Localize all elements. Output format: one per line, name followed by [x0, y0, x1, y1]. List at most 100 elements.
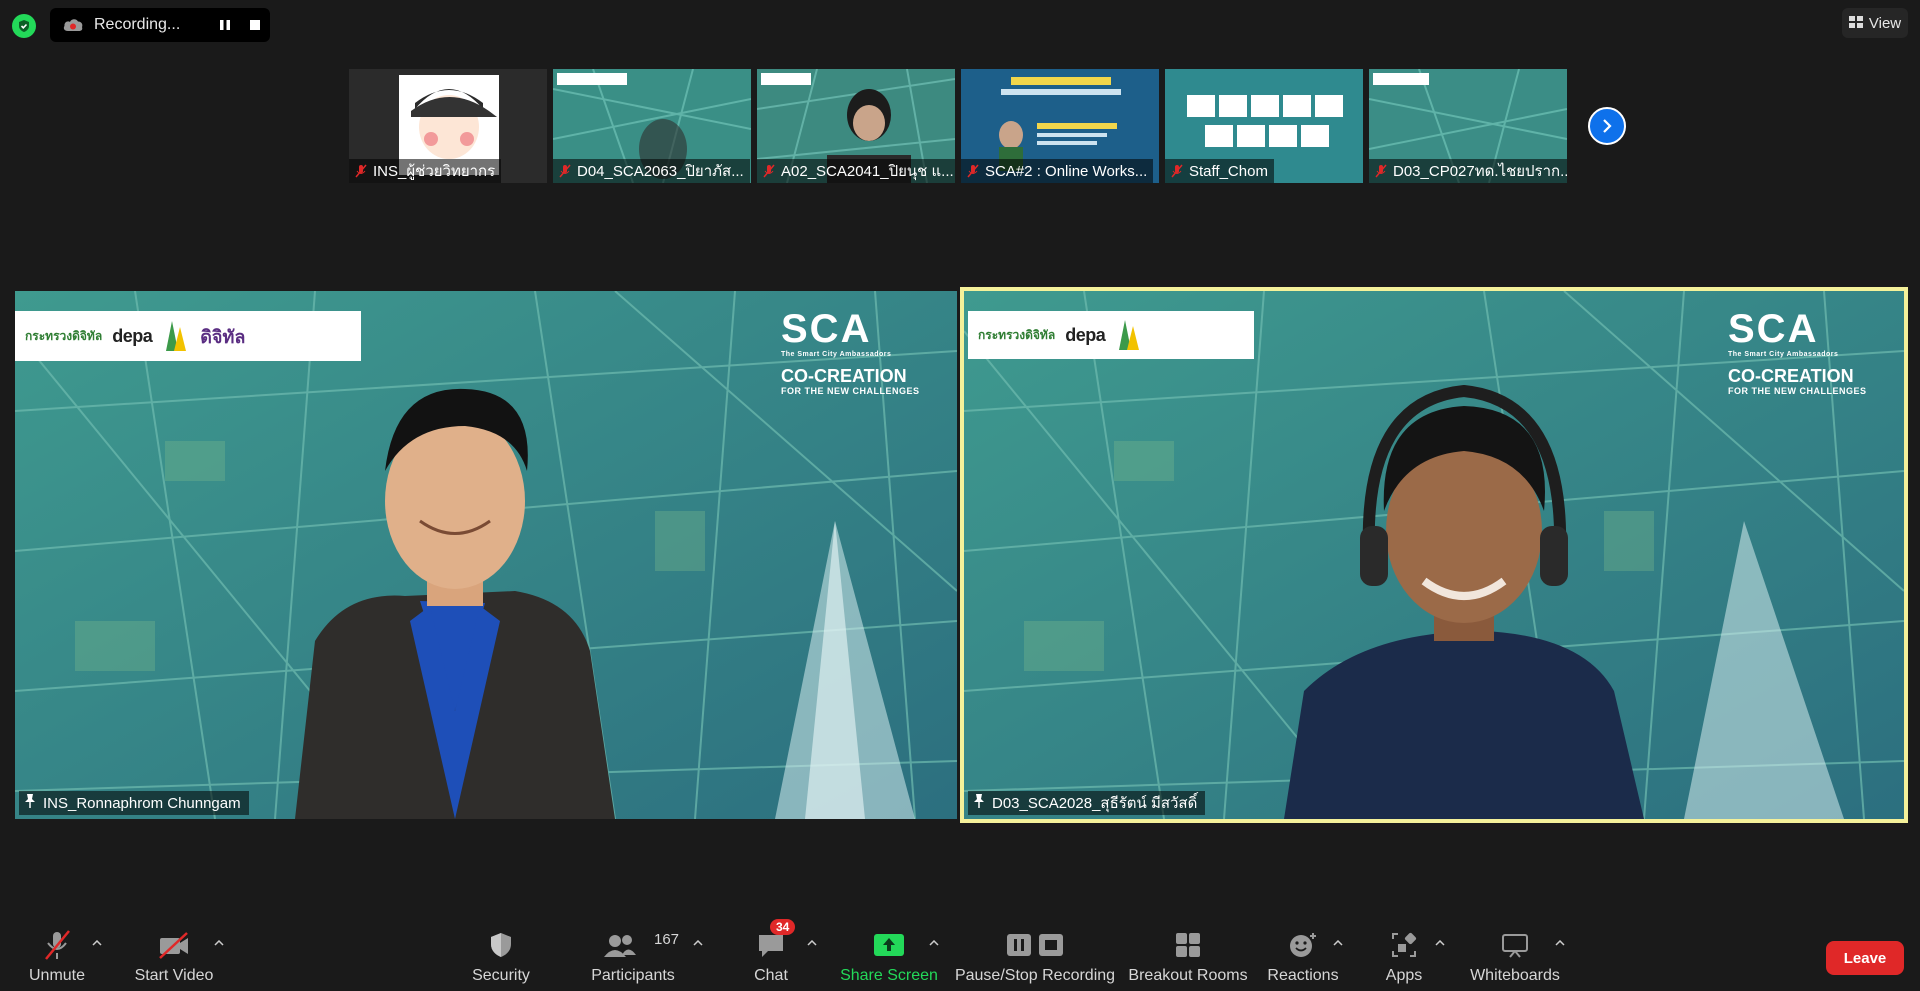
muted-mic-icon	[42, 927, 72, 963]
chat-icon: 34	[756, 919, 796, 963]
next-page-button[interactable]	[1588, 107, 1626, 145]
cocreation-text: CO-CREATION	[781, 366, 907, 386]
apps-button[interactable]: Apps	[1380, 911, 1428, 991]
participant-thumbnail[interactable]: Staff_Chom	[1165, 69, 1363, 183]
apps-icon	[1390, 927, 1418, 963]
thumbnail-name: INS_ผู้ช่วยวิทยากร	[373, 163, 496, 180]
thumbnail-name: D04_SCA2063_ปิยาภัส...	[577, 163, 744, 180]
breakout-rooms-label: Breakout Rooms	[1128, 967, 1248, 984]
participant-thumbnail[interactable]: D04_SCA2063_ปิยาภัส...	[553, 69, 751, 183]
depa-logo: depa	[1065, 324, 1106, 345]
start-video-label: Start Video	[134, 967, 214, 984]
pause-stop-recording-button[interactable]: Pause/Stop Recording	[955, 911, 1115, 991]
cocreation-text: CO-CREATION	[1728, 366, 1854, 386]
whiteboards-button[interactable]: Whiteboards	[1470, 911, 1560, 991]
depa-logo: depa	[112, 325, 153, 346]
security-label: Security	[472, 967, 530, 984]
muted-mic-icon	[761, 163, 777, 179]
pause-recording-button[interactable]	[210, 10, 240, 40]
thumbnail-name-tag: A02_SCA2041_ปิยนุช แ...	[757, 159, 955, 183]
participant-thumbnail[interactable]: SCA#2 : Online Works...	[961, 69, 1159, 183]
shield-icon	[488, 927, 514, 963]
participants-icon: 167	[588, 927, 679, 963]
reactions-smiley-icon	[1288, 927, 1318, 963]
smart-city-logo	[162, 317, 190, 356]
video-options-chevron-icon[interactable]	[211, 935, 227, 951]
cloud-recording-icon	[62, 17, 84, 33]
ministry-logo: กระทรวงดิจิทัล	[978, 327, 1056, 342]
chat-button[interactable]: 34 Chat	[748, 911, 796, 991]
thumbnail-name: Staff_Chom	[1189, 162, 1268, 180]
share-screen-icon	[873, 927, 905, 963]
participants-button[interactable]: 167 Participants	[588, 911, 679, 991]
thumbnail-name: SCA#2 : Online Works...	[985, 162, 1148, 180]
participant-name-tag: INS_Ronnaphrom Chunngam	[19, 791, 249, 815]
audio-options-chevron-icon[interactable]	[89, 935, 105, 951]
video-tile-right-active-speaker[interactable]: กระทรวงดิจิทัล depa SCA The Smart City A…	[960, 287, 1908, 823]
thumbnail-name-tag: D04_SCA2063_ปิยาภัส...	[553, 159, 750, 183]
leave-button[interactable]: Leave	[1826, 941, 1904, 975]
pin-icon	[23, 793, 37, 813]
apps-options-chevron-icon[interactable]	[1432, 935, 1448, 951]
meeting-toolbar: Unmute Start Video Security 167 Particip…	[0, 911, 1920, 991]
smart-city-logo	[1115, 316, 1143, 355]
breakout-rooms-button[interactable]: Breakout Rooms	[1128, 911, 1248, 991]
recording-label: Recording...	[94, 16, 181, 33]
recording-indicator: Recording...	[50, 8, 270, 42]
sca-cocreation-logo: SCA The Smart City Ambassadors CO-CREATI…	[781, 309, 921, 396]
unmute-button[interactable]: Unmute	[22, 911, 92, 991]
apps-label: Apps	[1385, 967, 1423, 984]
chat-options-chevron-icon[interactable]	[804, 935, 820, 951]
participants-options-chevron-icon[interactable]	[690, 935, 706, 951]
thumbnail-name: D03_CP027ทด.ไชยปราก...	[1393, 163, 1567, 180]
cocreation-subtitle: FOR THE NEW CHALLENGES	[1728, 386, 1867, 396]
muted-mic-icon	[1373, 163, 1389, 179]
muted-mic-icon	[1169, 163, 1185, 179]
sca-logo-subtitle: The Smart City Ambassadors	[781, 351, 892, 358]
pause-stop-icon	[1005, 927, 1065, 963]
share-options-chevron-icon[interactable]	[926, 935, 942, 951]
thumbnail-name: A02_SCA2041_ปิยนุช แ...	[781, 163, 954, 180]
sca-logo-subtitle: The Smart City Ambassadors	[1728, 351, 1839, 358]
view-button[interactable]: View	[1842, 8, 1908, 38]
participants-label: Participants	[591, 967, 675, 984]
muted-mic-icon	[353, 163, 369, 179]
video-tile-left[interactable]: กระทรวงดิจิทัล depa ดิจิทัล SCA The Smar…	[15, 291, 957, 819]
start-video-button[interactable]: Start Video	[132, 911, 216, 991]
whiteboards-label: Whiteboards	[1470, 967, 1560, 984]
muted-mic-icon	[965, 163, 981, 179]
pin-icon	[972, 793, 986, 813]
participant-name: INS_Ronnaphrom Chunngam	[43, 794, 241, 812]
share-screen-label: Share Screen	[840, 967, 938, 984]
chevron-right-icon	[1603, 119, 1612, 133]
whiteboard-icon	[1500, 927, 1530, 963]
participant-thumbnail-strip: INS_ผู้ช่วยวิทยากร D04_SCA2063_ปิยาภัส..…	[349, 69, 1567, 183]
view-label: View	[1868, 14, 1902, 32]
video-off-icon	[157, 927, 191, 963]
thumbnail-name-tag: Staff_Chom	[1165, 159, 1274, 183]
sca-cocreation-logo: SCA The Smart City Ambassadors CO-CREATI…	[1728, 309, 1868, 396]
sca-logo-text: SCA	[1728, 307, 1819, 351]
unmute-label: Unmute	[28, 967, 86, 984]
participant-thumbnail[interactable]: INS_ผู้ช่วยวิทยากร	[349, 69, 547, 183]
ministry-logo: กระทรวงดิจิทัล	[25, 328, 103, 343]
participant-thumbnail[interactable]: D03_CP027ทด.ไชยปราก...	[1369, 69, 1567, 183]
partner-logos-bar: กระทรวงดิจิทัล depa ดิจิทัล	[15, 311, 361, 361]
sca-logo-text: SCA	[781, 307, 872, 351]
participant-name: D03_SCA2028_สุธีรัตน์ มีสวัสดิ์	[992, 795, 1198, 812]
participant-name-tag: D03_SCA2028_สุธีรัตน์ มีสวัสดิ์	[968, 791, 1206, 815]
participant-thumbnail[interactable]: A02_SCA2041_ปิยนุช แ...	[757, 69, 955, 183]
thumbnail-name-tag: SCA#2 : Online Works...	[961, 159, 1154, 183]
share-screen-button[interactable]: Share Screen	[840, 911, 938, 991]
security-button[interactable]: Security	[464, 911, 538, 991]
whiteboards-options-chevron-icon[interactable]	[1552, 935, 1568, 951]
reactions-button[interactable]: Reactions	[1267, 911, 1339, 991]
partner-logos-bar: กระทรวงดิจิทัล depa	[968, 311, 1254, 359]
stop-recording-button[interactable]	[240, 10, 270, 40]
muted-mic-icon	[557, 163, 573, 179]
security-shield-icon[interactable]	[12, 14, 36, 38]
reactions-options-chevron-icon[interactable]	[1330, 935, 1346, 951]
chat-unread-badge: 34	[770, 919, 796, 935]
digital-logo: ดิจิทัล	[200, 326, 246, 347]
chat-label: Chat	[754, 967, 788, 984]
